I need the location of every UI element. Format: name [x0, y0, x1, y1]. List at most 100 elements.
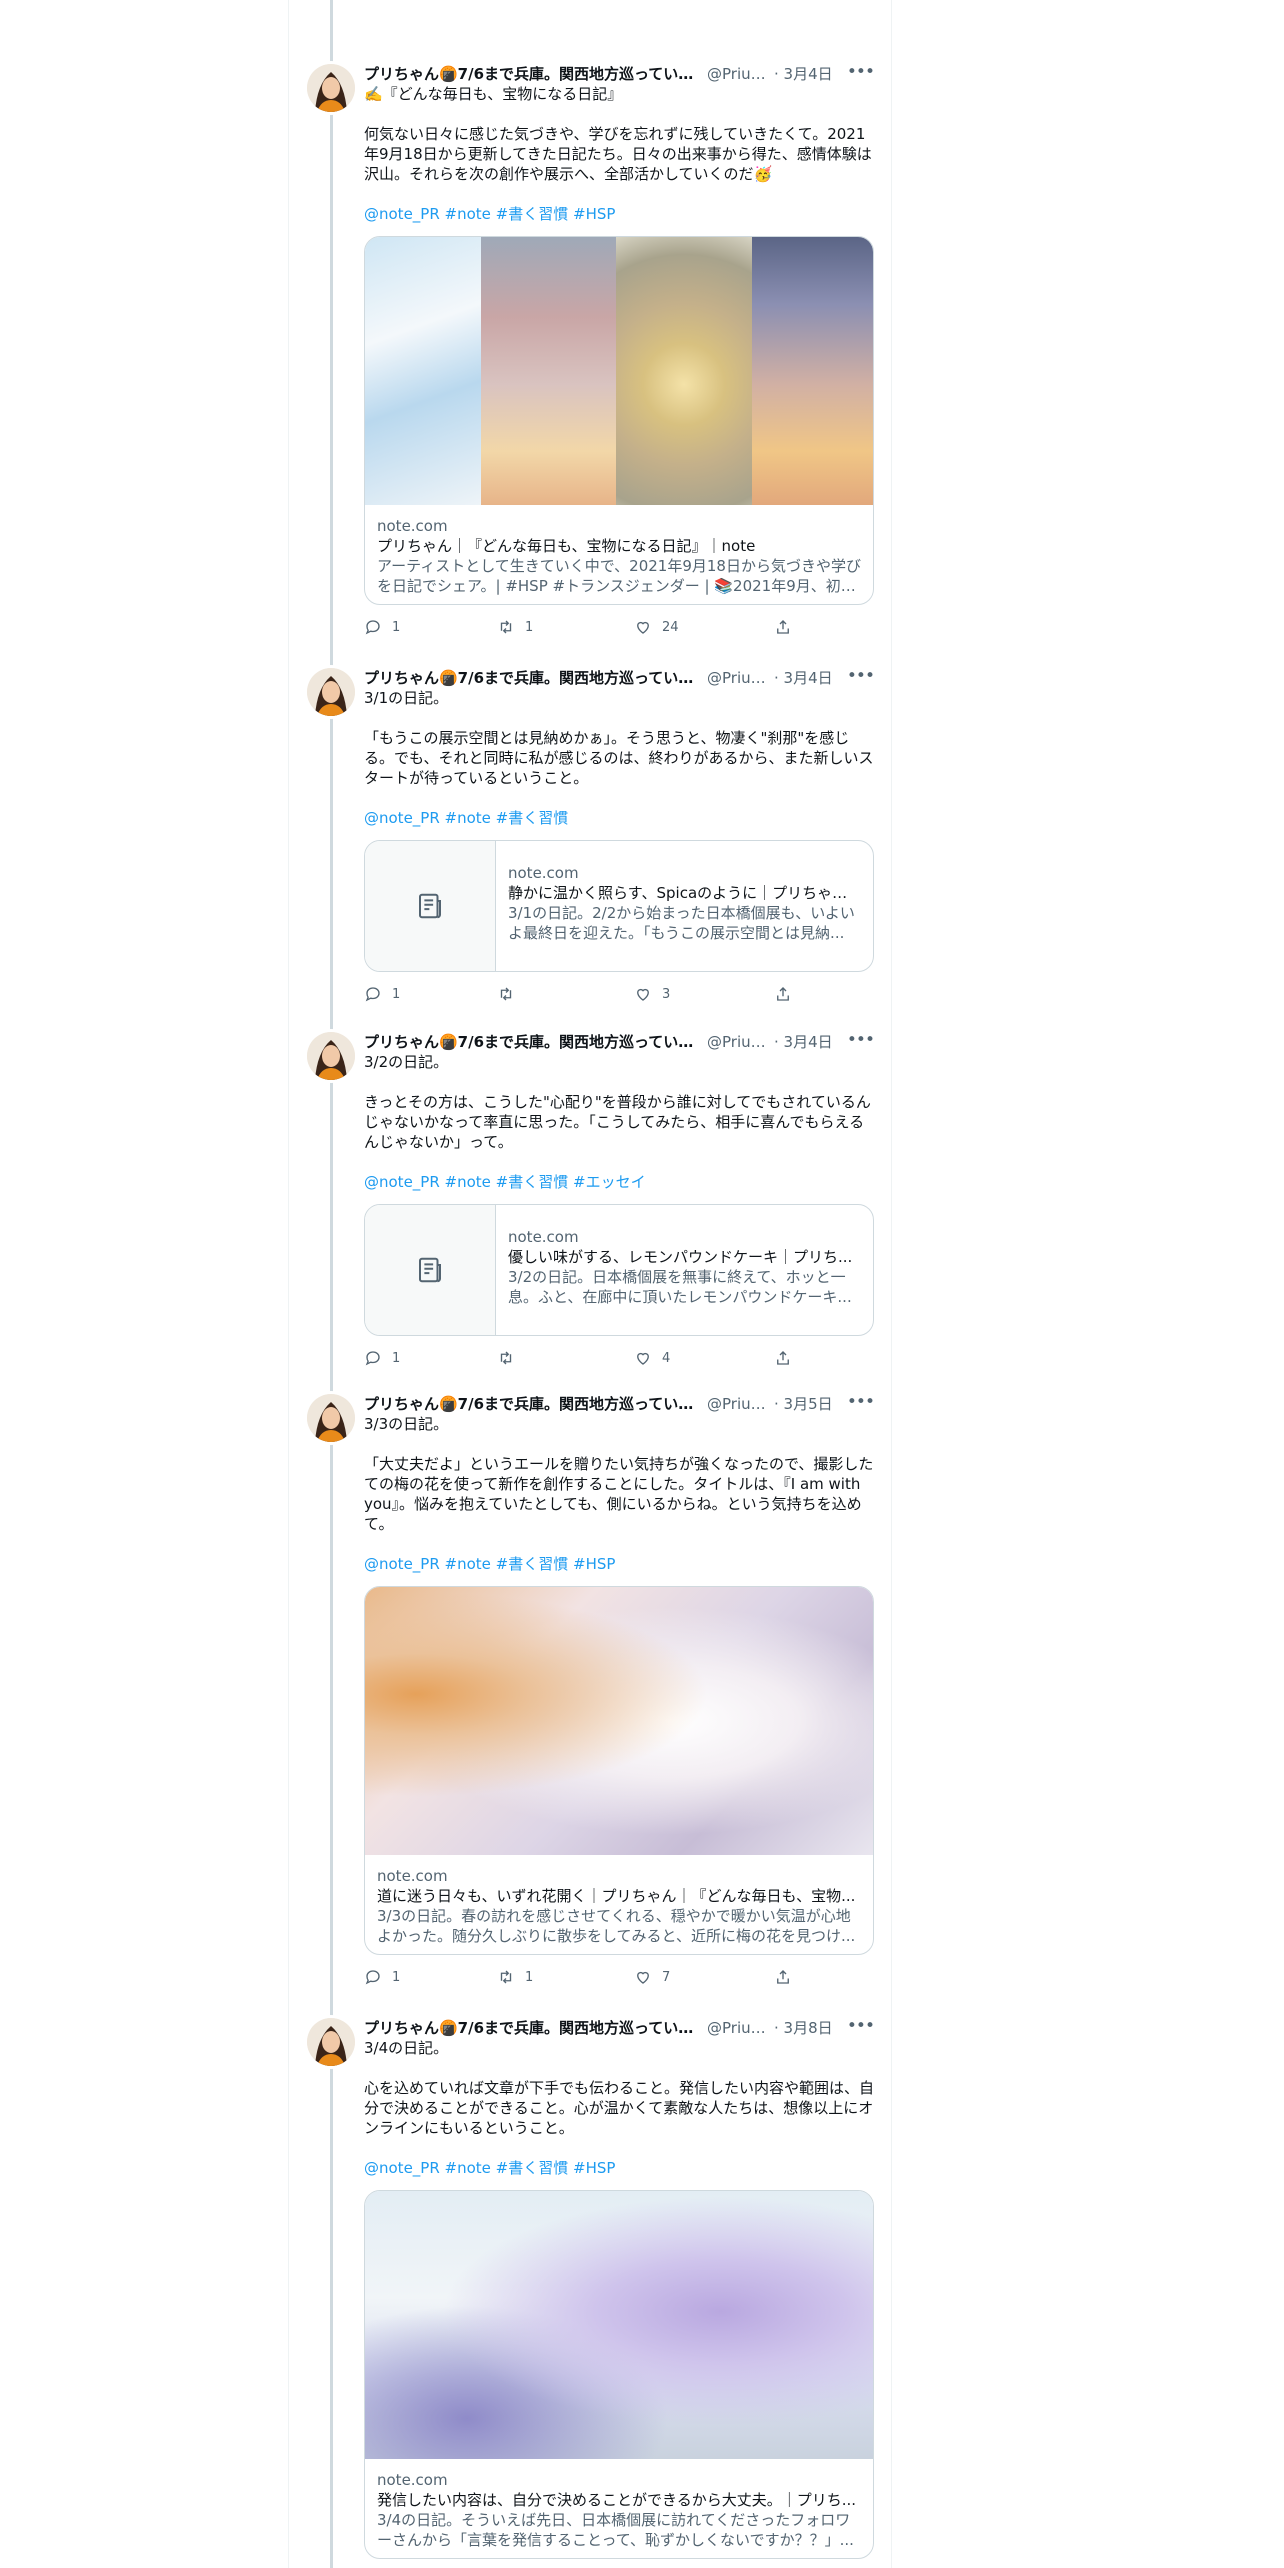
- retweet-button[interactable]: 1: [497, 1967, 533, 1987]
- card-image: [365, 237, 873, 505]
- tweet-text: 3/4の日記。 心を込めていれば文章が下手でも伝わること。発信したい内容や範囲は…: [364, 2039, 875, 2137]
- tweet-actions: 1 1 24: [364, 617, 874, 637]
- card-title: 道に迷う日々も、いずれ花開く｜プリちゃん｜『どんな毎日も、宝物...: [377, 1887, 856, 1905]
- more-icon[interactable]: •••: [847, 62, 875, 82]
- card-title: 優しい味がする、レモンパウンドケーキ｜プリち...: [508, 1248, 853, 1266]
- author-handle[interactable]: @Prius...: [707, 2018, 769, 2038]
- reply-button[interactable]: 1: [364, 1348, 400, 1368]
- reply-count: 1: [392, 619, 401, 635]
- author-handle[interactable]: @Prius...: [707, 1032, 769, 1052]
- like-count: 4: [662, 1350, 671, 1366]
- author-name[interactable]: プリちゃん🍘7/6まで兵庫。関西地方巡ってい...: [364, 1394, 694, 1414]
- more-icon[interactable]: •••: [847, 1030, 875, 1050]
- card-thumbnail: [365, 841, 496, 971]
- avatar[interactable]: [307, 1394, 355, 1442]
- like-button[interactable]: 4: [634, 1348, 670, 1368]
- card-domain: note.com: [508, 864, 579, 882]
- reply-icon: [365, 1970, 380, 1985]
- share-icon: [777, 1970, 789, 1984]
- retweet-count: 1: [525, 1969, 534, 1985]
- link-card[interactable]: note.com 発信したい内容は、自分で決めることができるから大丈夫。｜プリち…: [364, 2190, 874, 2559]
- tweet-text: ✍️『どんな毎日も、宝物になる日記』 何気ない日々に感じた気づきや、学びを忘れず…: [364, 85, 872, 183]
- author-handle[interactable]: @Prius...: [707, 668, 769, 688]
- reply-count: 1: [392, 986, 401, 1002]
- author-name[interactable]: プリちゃん🍘7/6まで兵庫。関西地方巡ってい...: [364, 64, 694, 84]
- like-icon: [637, 621, 649, 634]
- card-description: 3/2の日記。日本橋個展を無事に終えて、ホッと一息。ふと、在廊中に頂いたレモンパ…: [508, 1268, 852, 1306]
- avatar[interactable]: [307, 1032, 355, 1080]
- card-domain: note.com: [377, 2471, 448, 2489]
- avatar[interactable]: [307, 64, 355, 112]
- tweet-hashtags[interactable]: @note_PR #note #書く習慣 #エッセイ: [364, 1172, 874, 1192]
- tweet-date[interactable]: · 3月4日: [774, 668, 833, 688]
- card-image: [365, 2191, 873, 2459]
- card-title: 静かに温かく照らす、Spicaのように｜プリちゃん...: [508, 884, 858, 902]
- thread-line: [330, 0, 333, 2568]
- tweet-actions: 1 1 7: [364, 1967, 874, 1987]
- card-description: 3/4の日記。そういえば先日、日本橋個展に訪れてくださったフォロワーさんから「言…: [377, 2511, 854, 2549]
- like-count: 7: [662, 1969, 671, 1985]
- share-icon: [777, 1351, 789, 1365]
- share-button[interactable]: [774, 984, 792, 1004]
- tweet-hashtags[interactable]: @note_PR #note #書く習慣 #HSP: [364, 1554, 874, 1574]
- tweet-actions: 1 3: [364, 984, 874, 1004]
- link-card[interactable]: note.com 静かに温かく照らす、Spicaのように｜プリちゃん... 3/…: [364, 840, 874, 972]
- card-description: 3/3の日記。春の訪れを感じさせてくれる、穏やかで暖かい気温が心地よかった。随分…: [377, 1907, 856, 1945]
- tweet-date[interactable]: · 3月4日: [774, 1032, 833, 1052]
- article-icon: [419, 893, 441, 919]
- reply-count: 1: [392, 1350, 401, 1366]
- share-button[interactable]: [774, 617, 792, 637]
- tweet-date[interactable]: · 3月5日: [774, 1394, 833, 1414]
- card-thumbnail: [365, 1205, 496, 1335]
- reply-icon: [365, 1351, 380, 1366]
- tweet-hashtags[interactable]: @note_PR #note #書く習慣 #HSP: [364, 204, 874, 224]
- share-button[interactable]: [774, 1967, 792, 1987]
- more-icon[interactable]: •••: [847, 1392, 875, 1412]
- retweet-icon: [500, 1351, 512, 1365]
- retweet-count: 1: [525, 619, 534, 635]
- author-handle[interactable]: @Prius...: [707, 1394, 769, 1414]
- tweet-date[interactable]: · 3月8日: [774, 2018, 833, 2038]
- like-icon: [637, 1352, 649, 1365]
- retweet-button[interactable]: [497, 984, 525, 1004]
- like-icon: [637, 1971, 649, 1984]
- retweet-button[interactable]: [497, 1348, 525, 1368]
- tweet-hashtags[interactable]: @note_PR #note #書く習慣: [364, 808, 874, 828]
- card-domain: note.com: [377, 517, 448, 535]
- author-name[interactable]: プリちゃん🍘7/6まで兵庫。関西地方巡ってい...: [364, 2018, 694, 2038]
- author-handle[interactable]: @Prius...: [707, 64, 769, 84]
- reply-button[interactable]: 1: [364, 1967, 400, 1987]
- reply-button[interactable]: 1: [364, 617, 400, 637]
- article-icon: [419, 1257, 441, 1283]
- reply-count: 1: [392, 1969, 401, 1985]
- like-count: 3: [662, 986, 671, 1002]
- avatar[interactable]: [307, 2018, 355, 2066]
- link-card[interactable]: note.com プリちゃん｜『どんな毎日も、宝物になる日記』｜note アーテ…: [364, 236, 874, 605]
- reply-button[interactable]: 1: [364, 984, 400, 1004]
- like-button[interactable]: 3: [634, 984, 670, 1004]
- retweet-button[interactable]: 1: [497, 617, 533, 637]
- card-domain: note.com: [377, 1867, 448, 1885]
- tweet-date[interactable]: · 3月4日: [774, 64, 833, 84]
- author-name[interactable]: プリちゃん🍘7/6まで兵庫。関西地方巡ってい...: [364, 1032, 694, 1052]
- card-image: [365, 1587, 873, 1855]
- retweet-icon: [500, 987, 512, 1001]
- timeline: プリちゃん🍘7/6まで兵庫。関西地方巡ってい... @Prius... · 3月…: [288, 0, 892, 2568]
- link-card[interactable]: note.com 道に迷う日々も、いずれ花開く｜プリちゃん｜『どんな毎日も、宝物…: [364, 1586, 874, 1955]
- author-name[interactable]: プリちゃん🍘7/6まで兵庫。関西地方巡ってい...: [364, 668, 694, 688]
- reply-icon: [365, 987, 380, 1002]
- card-title: プリちゃん｜『どんな毎日も、宝物になる日記』｜note: [377, 537, 756, 555]
- like-button[interactable]: 7: [634, 1967, 670, 1987]
- tweet-hashtags[interactable]: @note_PR #note #書く習慣 #HSP: [364, 2158, 874, 2178]
- like-button[interactable]: 24: [634, 617, 679, 637]
- avatar[interactable]: [307, 668, 355, 716]
- reply-icon: [365, 620, 380, 635]
- more-icon[interactable]: •••: [847, 666, 875, 686]
- tweet-actions: 1 4: [364, 1348, 874, 1368]
- link-card[interactable]: note.com 優しい味がする、レモンパウンドケーキ｜プリち... 3/2の日…: [364, 1204, 874, 1336]
- share-button[interactable]: [774, 1348, 792, 1368]
- card-domain: note.com: [508, 1228, 579, 1246]
- more-icon[interactable]: •••: [847, 2016, 875, 2036]
- card-description: 3/1の日記。2/2から始まった日本橋個展も、いよいよ最終日を迎えた。「もうこの…: [508, 904, 855, 942]
- share-icon: [777, 987, 789, 1001]
